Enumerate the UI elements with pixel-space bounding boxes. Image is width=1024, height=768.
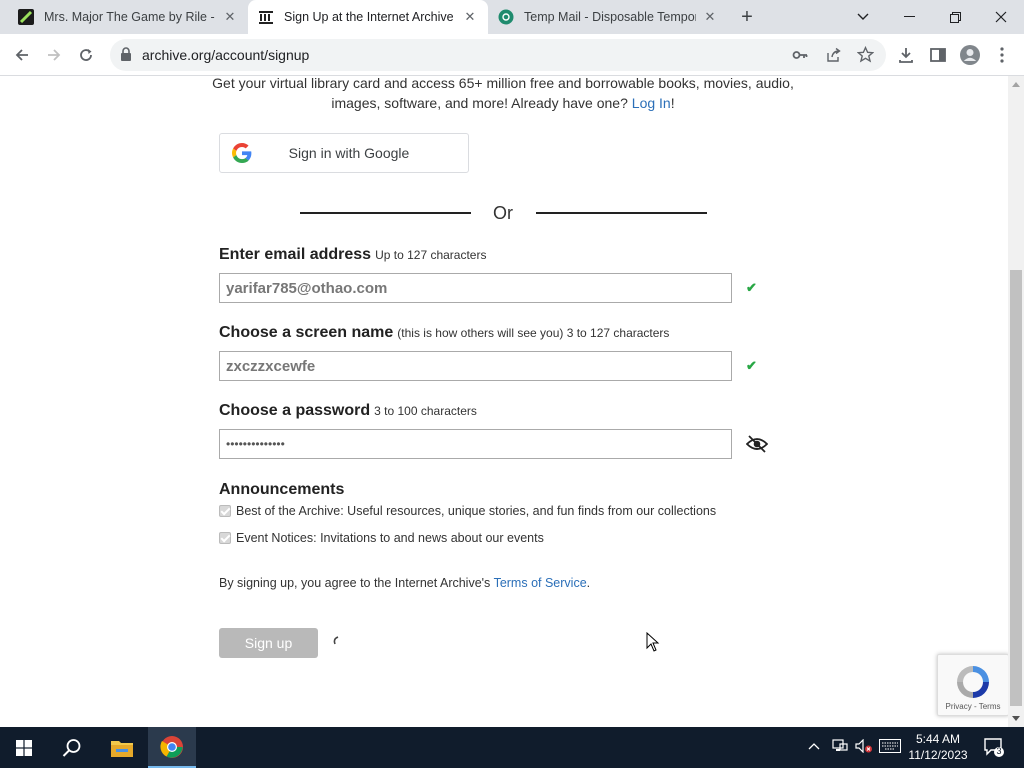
address-bar[interactable]: archive.org/account/signup — [110, 39, 886, 71]
new-tab-button[interactable]: + — [736, 6, 758, 28]
screenname-field[interactable]: zxczzxcewfe — [219, 351, 732, 381]
tempmail-favicon-icon — [498, 9, 514, 25]
or-text: Or — [493, 203, 513, 223]
notification-count: 3 — [996, 746, 1002, 756]
tab-title: Mrs. Major The Game by Rile - G — [44, 10, 216, 24]
login-link[interactable]: Log In — [632, 95, 671, 111]
keyboard-icon[interactable] — [879, 739, 901, 756]
google-logo-icon — [232, 143, 252, 163]
email-label-text: Enter email address — [219, 246, 372, 263]
tab-close-icon[interactable]: ✕ — [702, 9, 718, 25]
password-label: Choose a password 3 to 100 characters — [219, 402, 477, 420]
tab-archive-signup[interactable]: Sign Up at the Internet Archive ✕ — [248, 0, 488, 34]
profile-avatar-icon[interactable] — [958, 43, 982, 67]
announcement-event-notices: Event Notices: Invitations to and news a… — [219, 531, 544, 545]
checkbox-label: Event Notices: Invitations to and news a… — [236, 531, 544, 545]
archive-favicon-icon — [258, 9, 274, 25]
chrome-taskbar-icon[interactable] — [148, 727, 196, 768]
page-scrollbar[interactable] — [1008, 76, 1024, 727]
clock-date: 11/12/2023 — [908, 748, 968, 762]
loading-spinner-icon — [332, 636, 340, 649]
terms-notice: By signing up, you agree to the Internet… — [219, 576, 590, 590]
close-window-button[interactable] — [978, 0, 1024, 34]
share-icon[interactable] — [826, 47, 842, 68]
announcements-title: Announcements — [219, 481, 345, 498]
intro-text: Get your virtual library card and access… — [212, 76, 794, 111]
login-suffix: ! — [670, 95, 675, 111]
tray-overflow-chevron-icon[interactable] — [808, 739, 820, 753]
browser-tab-strip: Mrs. Major The Game by Rile - G ✕ Sign U… — [0, 0, 1024, 34]
windows-start-icon[interactable] — [0, 727, 48, 768]
terms-suffix: . — [586, 576, 591, 590]
lock-icon — [120, 47, 134, 63]
network-icon[interactable] — [832, 739, 848, 756]
password-field[interactable]: •••••••••••••• — [219, 429, 732, 459]
tab-title: Sign Up at the Internet Archive — [284, 10, 454, 24]
notification-center-icon[interactable]: 3 — [984, 737, 1004, 760]
restore-button[interactable] — [932, 0, 978, 34]
browser-menu-icon[interactable] — [990, 43, 1014, 67]
recaptcha-footer[interactable]: Privacy - Terms — [938, 702, 1008, 711]
download-icon[interactable] — [894, 43, 918, 67]
bookmark-star-icon[interactable] — [856, 45, 875, 68]
best-of-archive-checkbox[interactable] — [219, 505, 231, 517]
volume-muted-icon[interactable] — [855, 738, 873, 756]
mouse-cursor-icon — [646, 631, 660, 652]
tab-close-icon[interactable]: ✕ — [462, 9, 478, 25]
checkbox-label: Best of the Archive: Useful resources, u… — [236, 504, 717, 518]
tab-temp-mail[interactable]: Temp Mail - Disposable Tempor ✕ — [488, 0, 728, 34]
key-icon[interactable] — [792, 47, 808, 68]
or-divider-right — [536, 212, 707, 214]
game-favicon-icon — [18, 9, 34, 25]
scroll-up-icon[interactable] — [1012, 82, 1020, 87]
scroll-thumb[interactable] — [1010, 270, 1022, 706]
event-notices-checkbox[interactable] — [219, 532, 231, 544]
reload-button[interactable] — [74, 43, 98, 67]
password-hint: 3 to 100 characters — [374, 404, 477, 418]
screenname-label: Choose a screen name (this is how others … — [219, 324, 669, 342]
screenname-label-text: Choose a screen name — [219, 324, 394, 341]
recaptcha-badge[interactable]: Privacy - Terms — [937, 654, 1008, 716]
intro-paragraph: Get your virtual library card and access… — [200, 76, 806, 113]
browser-toolbar: archive.org/account/signup — [0, 34, 1024, 76]
tab-title: Temp Mail - Disposable Tempor — [524, 10, 696, 24]
screenname-valid-check-icon: ✔ — [746, 358, 757, 373]
google-signin-label: Sign in with Google — [288, 145, 410, 161]
clock-time: 5:44 AM — [915, 732, 961, 746]
terms-of-service-link[interactable]: Terms of Service — [494, 576, 587, 590]
email-label: Enter email address Up to 127 characters — [219, 246, 486, 264]
tab-search-chevron-icon[interactable] — [840, 0, 886, 34]
tab-mrs-major[interactable]: Mrs. Major The Game by Rile - G ✕ — [8, 0, 248, 34]
scroll-down-icon[interactable] — [1012, 716, 1020, 721]
announcement-best-of-archive: Best of the Archive: Useful resources, u… — [219, 504, 716, 518]
password-label-text: Choose a password — [219, 402, 371, 419]
file-explorer-icon[interactable] — [98, 727, 146, 768]
email-field[interactable]: yarifar785@othao.com — [219, 273, 732, 303]
tab-close-icon[interactable]: ✕ — [222, 9, 238, 25]
toggle-password-visibility-icon[interactable] — [745, 435, 769, 453]
signup-button[interactable]: Sign up — [219, 628, 318, 658]
signup-page: Get your virtual library card and access… — [0, 76, 1008, 727]
minimize-button[interactable] — [886, 0, 932, 34]
taskbar-clock[interactable]: 5:44 AM 11/12/2023 — [906, 731, 970, 763]
side-panel-icon[interactable] — [926, 43, 950, 67]
email-hint: Up to 127 characters — [375, 248, 487, 262]
screenname-hint: (this is how others will see you) 3 to 1… — [397, 326, 670, 340]
url-text: archive.org/account/signup — [142, 47, 310, 63]
windows-taskbar: 5:44 AM 11/12/2023 3 — [0, 727, 1024, 768]
email-valid-check-icon: ✔ — [746, 280, 757, 295]
forward-button[interactable] — [42, 43, 66, 67]
taskbar-search-icon[interactable] — [48, 727, 96, 768]
back-button[interactable] — [10, 43, 34, 67]
google-signin-button[interactable]: Sign in with Google — [219, 133, 469, 173]
terms-prefix: By signing up, you agree to the Internet… — [219, 576, 491, 590]
or-divider-left — [300, 212, 471, 214]
recaptcha-logo-icon — [954, 663, 992, 701]
